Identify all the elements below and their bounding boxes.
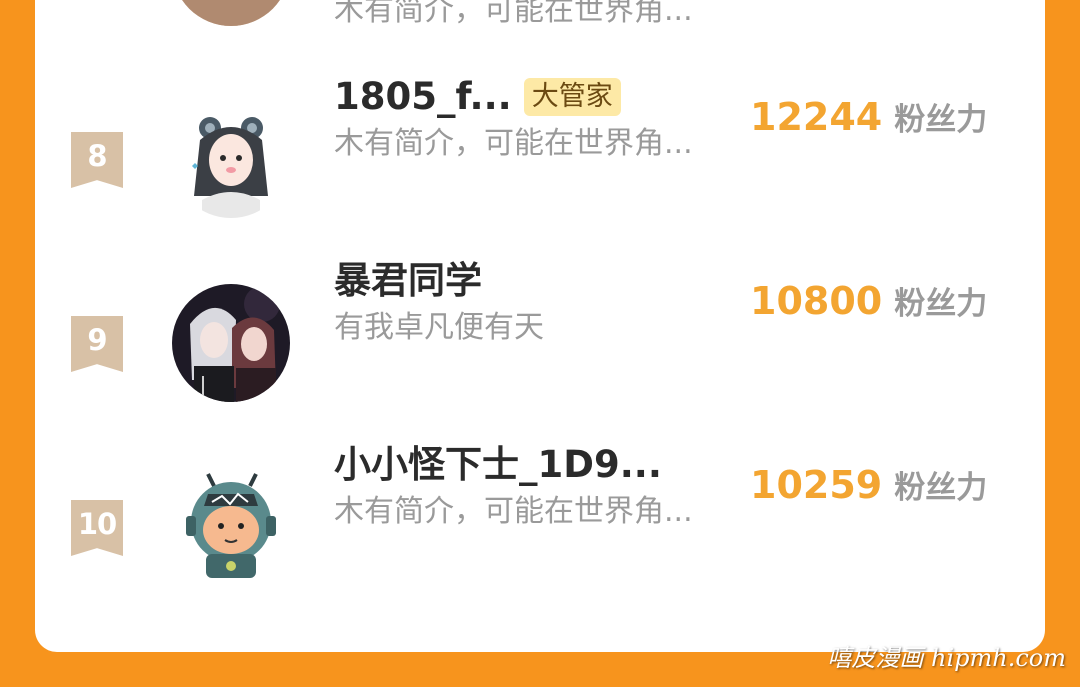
fans-unit-label: 粉丝力 [894,286,988,322]
fans-power: 10800 粉丝力 [750,278,987,323]
fans-power: 10259 粉丝力 [750,462,987,507]
user-bio: 木有简介，可能在世界角... [334,0,693,28]
helmet-character-avatar-icon [172,468,290,586]
fans-unit-label: 粉丝力 [894,470,988,506]
fans-count: 10800 [750,279,883,323]
ranking-row[interactable]: 9 暴君同学 有我卓凡便有天 10800 粉丝力 [35,244,1045,428]
avatar[interactable] [172,468,290,586]
user-bio: 有我卓凡便有天 [334,310,544,345]
ranking-row[interactable]: 8 1805_f... 大管家 木有简介，可能在世界角... 12244 粉丝力 [35,60,1045,244]
avatar[interactable] [172,100,290,218]
fans-count: 12244 [750,95,883,139]
user-name[interactable]: 小小怪下士_1D9... [334,442,662,488]
fans-unit-label: 粉丝力 [894,102,988,138]
avatar[interactable] [172,0,290,26]
rank-ribbon: 10 [71,500,123,556]
anime-couple-avatar-icon [172,284,290,402]
user-bio: 木有简介，可能在世界角... [334,494,693,529]
fans-count: 10259 [750,463,883,507]
site-watermark: 嘻皮漫画 hipmh.com [827,644,1066,672]
role-badge: 大管家 [523,78,621,116]
user-bio: 木有简介，可能在世界角... [334,126,693,161]
ranking-row[interactable]: 10 小小怪下士_1D9... 木有简介，可能在世界角... 10259 粉丝力 [35,428,1045,612]
user-name[interactable]: 暴君同学 [334,258,482,304]
ranking-card: 木有简介，可能在世界角... 8 1805_f... 大管家 木有简介，可能在世… [35,0,1045,652]
rank-ribbon: 8 [71,132,123,188]
girl-bear-ears-avatar-icon [172,100,290,218]
portrait-avatar-icon [172,0,290,26]
avatar[interactable] [172,284,290,402]
fans-power: 12244 粉丝力 [750,94,987,139]
rank-ribbon: 9 [71,316,123,372]
user-name[interactable]: 1805_f... [334,74,512,120]
